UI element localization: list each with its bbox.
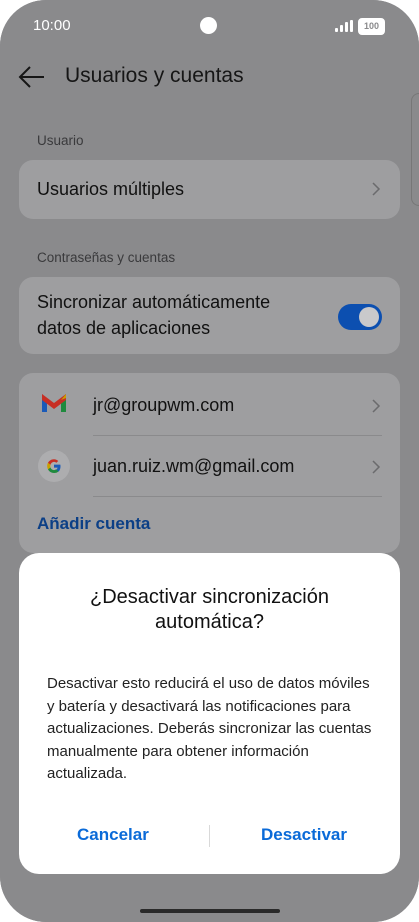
account-row[interactable]: juan.ruiz.wm@gmail.com xyxy=(19,436,400,496)
dialog-title-line2: automática? xyxy=(155,611,264,633)
dialog-message: Desactivar esto reducirá el uso de datos… xyxy=(47,675,372,782)
account-email: jr@groupwm.com xyxy=(93,395,235,415)
signal-icon xyxy=(335,20,353,32)
chevron-right-icon xyxy=(372,182,381,196)
edge-panel-handle[interactable] xyxy=(411,93,419,206)
dialog-title: ¿Desactivar sincronización automática? xyxy=(19,585,400,635)
camera-cutout xyxy=(200,17,217,34)
auto-sync-label-line2: datos de aplicaciones xyxy=(37,318,211,338)
account-email: juan.ruiz.wm@gmail.com xyxy=(93,456,295,476)
status-time: 10:00 xyxy=(33,17,71,34)
auto-sync-label-line1: Sincronizar automáticamente xyxy=(37,292,271,312)
section-label-accounts: Contraseñas y cuentas xyxy=(37,250,176,265)
chevron-right-icon xyxy=(372,460,381,474)
section-label-user: Usuario xyxy=(37,133,84,148)
multiple-users-label: Usuarios múltiples xyxy=(37,179,185,199)
phone-frame: 10:00 100 Usuarios y cuentas Usuario Usu… xyxy=(0,0,419,922)
chevron-right-icon xyxy=(372,399,381,413)
deactivate-button[interactable]: Desactivar xyxy=(261,825,347,845)
add-account-link[interactable]: Añadir cuenta xyxy=(37,514,150,534)
account-row[interactable]: jr@groupwm.com xyxy=(19,373,400,435)
back-arrow-icon[interactable] xyxy=(18,63,46,91)
divider xyxy=(93,496,382,497)
cancel-button[interactable]: Cancelar xyxy=(77,825,149,845)
disable-sync-dialog: ¿Desactivar sincronización automática? D… xyxy=(19,553,400,874)
home-indicator[interactable] xyxy=(140,909,280,913)
page-title: Usuarios y cuentas xyxy=(65,64,244,87)
auto-sync-toggle[interactable] xyxy=(338,304,382,330)
gmail-icon xyxy=(42,394,66,412)
multiple-users-item[interactable]: Usuarios múltiples xyxy=(19,160,400,219)
battery-icon: 100 xyxy=(358,18,385,35)
toggle-knob xyxy=(359,307,379,327)
dialog-title-line1: ¿Desactivar sincronización xyxy=(90,586,329,608)
google-icon xyxy=(38,450,70,482)
button-separator xyxy=(209,825,210,847)
